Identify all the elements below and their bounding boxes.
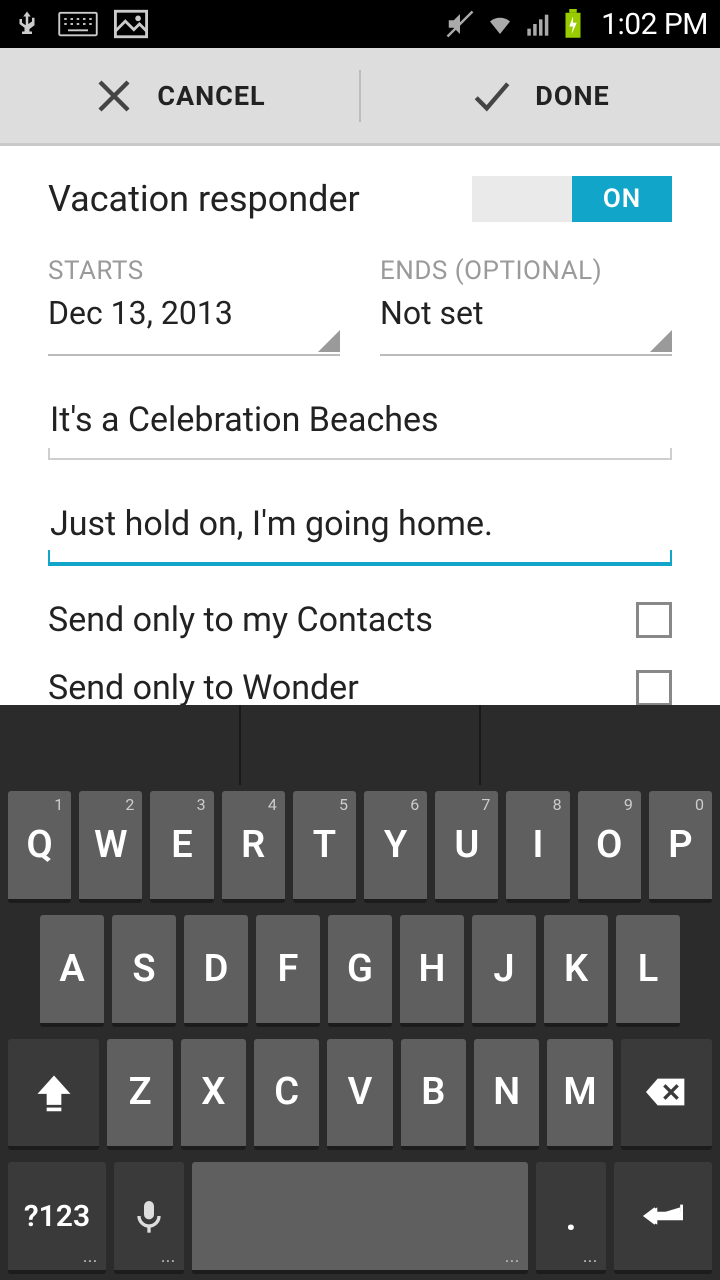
key-n[interactable]: N — [474, 1039, 539, 1151]
backspace-key[interactable] — [621, 1039, 712, 1151]
contacts-only-checkbox[interactable] — [636, 602, 672, 638]
mute-icon — [445, 9, 475, 39]
key-t[interactable]: T5 — [293, 791, 356, 903]
suggestion-slot[interactable] — [481, 705, 720, 785]
body-input[interactable] — [48, 496, 672, 562]
key-h[interactable]: H — [400, 915, 464, 1027]
key-w[interactable]: W2 — [79, 791, 142, 903]
key-s[interactable]: S — [112, 915, 176, 1027]
enter-key[interactable] — [614, 1162, 712, 1274]
suggestion-bar — [0, 705, 720, 785]
keyboard-icon — [58, 9, 98, 39]
space-key[interactable]: ... — [192, 1162, 528, 1274]
key-i[interactable]: I8 — [506, 791, 569, 903]
done-label: DONE — [535, 80, 609, 112]
key-j[interactable]: J — [472, 915, 536, 1027]
domain-only-label: Send only to Wonder — [48, 668, 359, 705]
key-b[interactable]: B — [401, 1039, 466, 1151]
end-value: Not set — [380, 294, 672, 332]
soft-keyboard: Q1W2E3R4T5Y6U7I8O9P0 ASDFGHJKL ZXCVBNM ?… — [0, 705, 720, 1280]
key-z[interactable]: Z — [107, 1039, 172, 1151]
key-u[interactable]: U7 — [435, 791, 498, 903]
symbols-key[interactable]: ?123 ... — [8, 1162, 106, 1274]
contacts-only-label: Send only to my Contacts — [48, 600, 433, 640]
key-q[interactable]: Q1 — [8, 791, 71, 903]
clock-time: 1:02 PM — [601, 7, 708, 42]
mic-key[interactable]: ... — [114, 1162, 184, 1274]
key-y[interactable]: Y6 — [364, 791, 427, 903]
key-p[interactable]: P0 — [649, 791, 712, 903]
start-label: STARTS — [48, 256, 340, 286]
end-label: ENDS (OPTIONAL) — [380, 256, 672, 286]
wifi-icon — [485, 9, 515, 39]
key-g[interactable]: G — [328, 915, 392, 1027]
battery-icon — [563, 9, 583, 39]
check-icon — [471, 75, 513, 117]
key-c[interactable]: C — [254, 1039, 319, 1151]
key-a[interactable]: A — [40, 915, 104, 1027]
spinner-corner-icon — [318, 330, 340, 352]
key-e[interactable]: E3 — [150, 791, 213, 903]
subject-input[interactable] — [48, 392, 672, 458]
domain-only-row[interactable]: Send only to Wonder — [48, 668, 672, 705]
status-bar: 1:02 PM — [0, 0, 720, 48]
settings-content: Vacation responder ON STARTS Dec 13, 201… — [0, 146, 720, 705]
end-date-field[interactable]: ENDS (OPTIONAL) Not set — [380, 256, 672, 356]
cancel-label: CANCEL — [157, 80, 265, 112]
key-f[interactable]: F — [256, 915, 320, 1027]
key-k[interactable]: K — [544, 915, 608, 1027]
subject-field[interactable] — [48, 392, 672, 460]
suggestion-slot[interactable] — [0, 705, 241, 785]
key-d[interactable]: D — [184, 915, 248, 1027]
usb-icon — [12, 9, 42, 39]
picture-icon — [114, 9, 148, 39]
action-bar: CANCEL DONE — [0, 48, 720, 146]
key-v[interactable]: V — [327, 1039, 392, 1151]
done-button[interactable]: DONE — [361, 48, 720, 143]
suggestion-slot[interactable] — [241, 705, 482, 785]
start-value: Dec 13, 2013 — [48, 294, 340, 332]
period-key[interactable]: . ... — [536, 1162, 606, 1274]
shift-key[interactable] — [8, 1039, 99, 1151]
responder-toggle[interactable]: ON — [472, 176, 672, 222]
spinner-corner-icon — [650, 330, 672, 352]
toggle-on-label: ON — [572, 176, 672, 222]
signal-icon — [525, 9, 553, 39]
cancel-button[interactable]: CANCEL — [0, 48, 359, 143]
close-icon — [93, 75, 135, 117]
key-x[interactable]: X — [181, 1039, 246, 1151]
page-title: Vacation responder — [48, 178, 360, 220]
contacts-only-row[interactable]: Send only to my Contacts — [48, 600, 672, 640]
key-m[interactable]: M — [547, 1039, 612, 1151]
key-o[interactable]: O9 — [578, 791, 641, 903]
domain-only-checkbox[interactable] — [636, 670, 672, 705]
key-l[interactable]: L — [616, 915, 680, 1027]
key-r[interactable]: R4 — [222, 791, 285, 903]
body-field[interactable] — [48, 496, 672, 566]
start-date-field[interactable]: STARTS Dec 13, 2013 — [48, 256, 340, 356]
